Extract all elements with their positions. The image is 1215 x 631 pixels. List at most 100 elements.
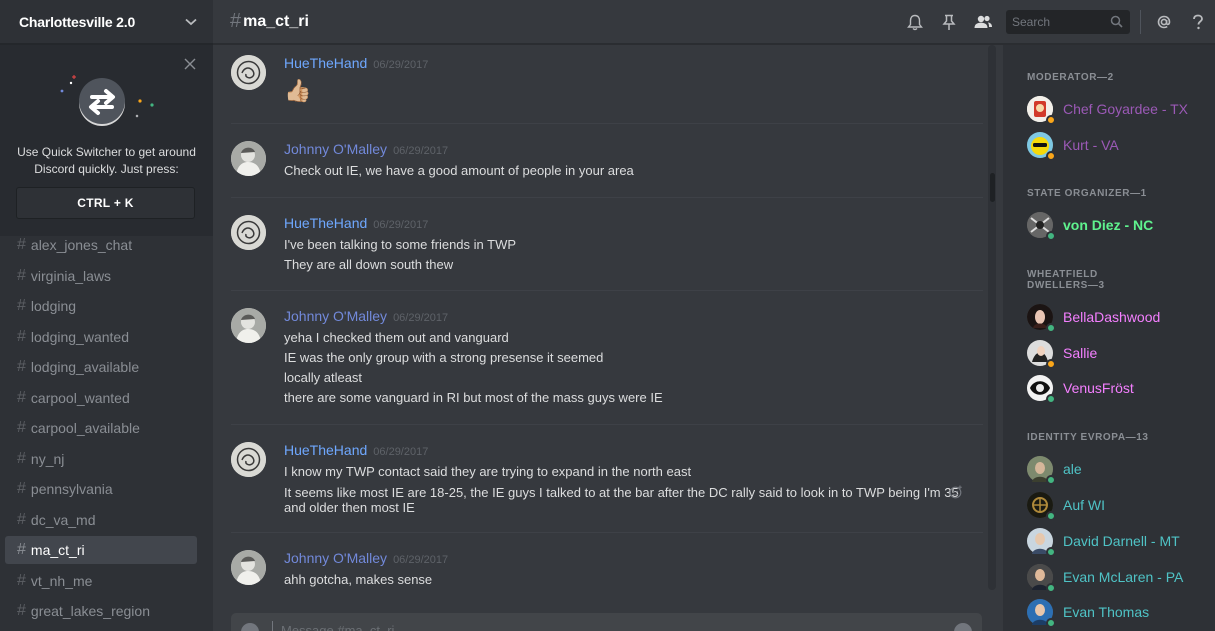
channel-name: dc_va_md bbox=[30, 511, 96, 528]
member-list-icon[interactable] bbox=[966, 0, 1000, 44]
avatar[interactable] bbox=[231, 550, 266, 585]
message-input[interactable]: Message #ma_ct_ri bbox=[231, 613, 982, 631]
message-divider bbox=[231, 424, 983, 425]
header-divider bbox=[1140, 10, 1141, 34]
status-indicator bbox=[1046, 547, 1056, 557]
avatar bbox=[1027, 212, 1056, 241]
add-reaction-icon[interactable] bbox=[949, 485, 963, 504]
member-item[interactable]: Sallie bbox=[1027, 337, 1207, 369]
channel-title-name: ma_ct_ri bbox=[243, 12, 309, 30]
author-name[interactable]: HueTheHand bbox=[284, 442, 367, 458]
role-header: STATE ORGANIZER—1 bbox=[1027, 188, 1147, 199]
member-item[interactable]: Auf WI bbox=[1027, 489, 1207, 521]
close-icon[interactable] bbox=[184, 57, 196, 70]
member-item[interactable]: BellaDashwood bbox=[1027, 301, 1207, 333]
member-item[interactable]: ale bbox=[1027, 453, 1207, 485]
message-body: Johnny O'Malley 06/29/2017 yeha I checke… bbox=[284, 308, 974, 408]
avatar bbox=[1027, 304, 1056, 333]
member-item[interactable]: Evan Thomas bbox=[1027, 596, 1207, 628]
member-name: ale bbox=[1063, 461, 1082, 477]
status-indicator bbox=[1046, 151, 1056, 161]
help-icon[interactable] bbox=[1181, 0, 1215, 44]
avatar[interactable] bbox=[231, 442, 266, 477]
avatar[interactable] bbox=[231, 141, 266, 176]
channel-item[interactable]: # great_lakes_region bbox=[5, 596, 197, 627]
member-name: Chef Goyardee - TX bbox=[1063, 101, 1189, 117]
role-header: IDENTITY EVROPA—13 bbox=[1027, 432, 1149, 443]
mention-icon[interactable] bbox=[1147, 0, 1181, 44]
member-name: Evan McLaren - PA bbox=[1063, 569, 1184, 585]
avatar bbox=[1027, 132, 1056, 161]
scrollbar-thumb[interactable] bbox=[990, 173, 995, 202]
discord-window: Charlottesville 2.0 Use Quick Switcher t… bbox=[0, 0, 1215, 631]
server-header[interactable]: Charlottesville 2.0 bbox=[0, 0, 213, 44]
message-body: HueTheHand 06/29/2017 I know my TWP cont… bbox=[284, 442, 974, 515]
member-name: Sallie bbox=[1063, 345, 1098, 361]
message-line: Check out IE, we have a good amount of p… bbox=[284, 163, 634, 178]
message-body: Johnny O'Malley 06/29/2017 ahh gotcha, m… bbox=[284, 550, 974, 590]
search-placeholder: Search bbox=[1012, 15, 1051, 29]
member-item[interactable]: Kurt - VA bbox=[1027, 129, 1207, 161]
avatar[interactable] bbox=[231, 308, 266, 343]
channel-item[interactable]: # alex_jones_chat bbox=[5, 230, 197, 261]
member-item[interactable]: Chef Goyardee - TX bbox=[1027, 93, 1207, 125]
status-indicator bbox=[1046, 394, 1056, 404]
member-name: BellaDashwood bbox=[1063, 309, 1161, 325]
hash-icon: # bbox=[17, 541, 26, 558]
author-name[interactable]: Johnny O'Malley bbox=[284, 550, 387, 566]
hash-icon: # bbox=[17, 388, 26, 406]
channel-item-active[interactable]: # ma_ct_ri bbox=[5, 536, 197, 564]
channel-item[interactable]: # lodging bbox=[5, 291, 197, 322]
member-name: Evan Thomas bbox=[1063, 604, 1150, 620]
message-line: and older then most IE bbox=[284, 500, 415, 515]
avatar bbox=[1027, 564, 1056, 593]
timestamp: 06/29/2017 bbox=[393, 312, 449, 324]
timestamp: 06/29/2017 bbox=[373, 219, 429, 231]
timestamp: 06/29/2017 bbox=[373, 446, 429, 458]
message-line: IE was the only group with a strong pres… bbox=[284, 350, 604, 365]
message-line: I've been talking to some friends in TWP bbox=[284, 237, 517, 252]
chevron-down-icon[interactable] bbox=[185, 13, 197, 31]
quick-switcher-shortcut-button[interactable]: CTRL + K bbox=[16, 187, 195, 219]
scrollbar-track[interactable] bbox=[988, 45, 996, 590]
channel-item[interactable]: # dc_va_md bbox=[5, 505, 197, 536]
author-name[interactable]: HueTheHand bbox=[284, 55, 367, 71]
hash-icon: # bbox=[17, 327, 26, 345]
member-item[interactable]: Evan McLaren - PA bbox=[1027, 561, 1207, 593]
channel-item[interactable]: # virginia_laws bbox=[5, 261, 197, 292]
channel-item[interactable]: # lodging_available bbox=[5, 352, 197, 383]
author-name[interactable]: HueTheHand bbox=[284, 215, 367, 231]
channel-item[interactable]: # vt_nh_me bbox=[5, 566, 197, 597]
channel-item[interactable]: # lodging_wanted bbox=[5, 322, 197, 353]
hash-icon: # bbox=[230, 10, 242, 32]
avatar[interactable] bbox=[231, 55, 266, 90]
message-body: Johnny O'Malley 06/29/2017 Check out IE,… bbox=[284, 141, 974, 181]
author-name[interactable]: Johnny O'Malley bbox=[284, 141, 387, 157]
upload-plus-icon[interactable] bbox=[241, 623, 259, 631]
channel-item[interactable]: # carpool_available bbox=[5, 413, 197, 444]
member-item[interactable]: VenusFröst bbox=[1027, 372, 1207, 404]
search-input[interactable]: Search bbox=[1006, 10, 1130, 34]
author-name[interactable]: Johnny O'Malley bbox=[284, 308, 387, 324]
member-name: VenusFröst bbox=[1063, 380, 1134, 396]
channel-name: alex_jones_chat bbox=[30, 237, 133, 254]
quick-switcher-text: Use Quick Switcher to get around Discord… bbox=[17, 145, 196, 176]
pin-icon[interactable] bbox=[932, 0, 966, 44]
channel-item[interactable]: # pennsylvania bbox=[5, 474, 197, 505]
hash-icon: # bbox=[17, 358, 26, 376]
channel-item[interactable]: # carpool_wanted bbox=[5, 383, 197, 414]
member-item[interactable]: von Diez - NC bbox=[1027, 209, 1207, 241]
emoji-picker-icon[interactable] bbox=[954, 623, 972, 631]
timestamp: 06/29/2017 bbox=[373, 59, 429, 71]
avatar bbox=[1027, 492, 1056, 521]
bell-icon[interactable] bbox=[898, 0, 932, 44]
timestamp: 06/29/2017 bbox=[393, 554, 449, 566]
hash-icon: # bbox=[17, 449, 26, 467]
member-item[interactable]: David Darnell - MT bbox=[1027, 525, 1207, 557]
message-line: They are all down south thew bbox=[284, 257, 454, 272]
channel-name: great_lakes_region bbox=[30, 603, 150, 620]
message-line: I know my TWP contact said they are tryi… bbox=[284, 464, 692, 479]
channel-item[interactable]: # ny_nj bbox=[5, 444, 197, 475]
role-header: MODERATOR—2 bbox=[1027, 72, 1114, 83]
avatar[interactable] bbox=[231, 215, 266, 250]
